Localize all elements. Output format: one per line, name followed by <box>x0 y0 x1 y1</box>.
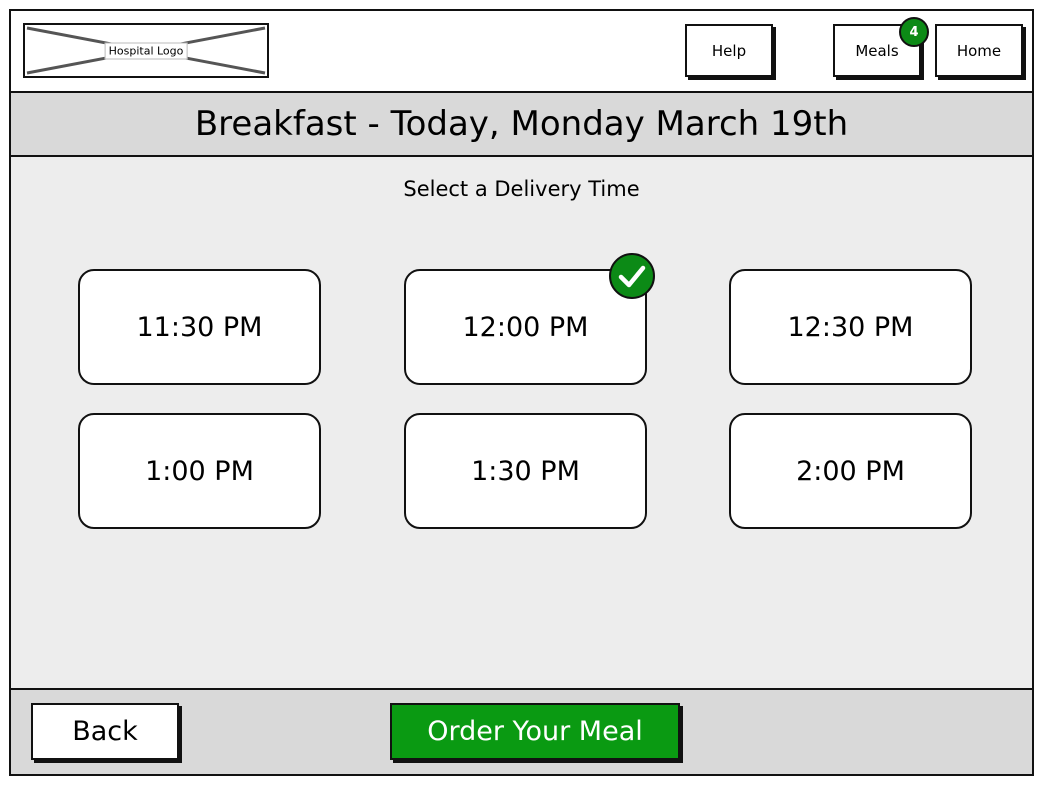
meals-count-badge: 4 <box>899 17 929 47</box>
top-bar: Hospital Logo Help Meals 4 Home <box>11 11 1032 91</box>
home-button[interactable]: Home <box>935 24 1023 77</box>
order-meal-button[interactable]: Order Your Meal <box>390 703 680 760</box>
back-button[interactable]: Back <box>31 703 179 760</box>
time-slot[interactable]: 1:30 PM <box>404 413 647 529</box>
time-slot-label: 1:00 PM <box>145 455 254 487</box>
time-slot-label: 11:30 PM <box>136 311 263 343</box>
help-button[interactable]: Help <box>685 24 773 77</box>
time-slot-label: 12:30 PM <box>787 311 914 343</box>
footer-bar: Back Order Your Meal <box>11 688 1032 774</box>
time-slot[interactable]: 11:30 PM <box>78 269 321 385</box>
time-slot[interactable]: 12:30 PM <box>729 269 972 385</box>
logo-label: Hospital Logo <box>104 42 188 59</box>
time-slot-label: 2:00 PM <box>796 455 905 487</box>
check-icon <box>609 253 655 299</box>
time-slot-label: 1:30 PM <box>471 455 580 487</box>
hospital-logo: Hospital Logo <box>23 23 269 78</box>
delivery-time-panel: Select a Delivery Time 11:30 PM 12:00 PM… <box>11 157 1032 691</box>
time-slot-label: 12:00 PM <box>462 311 589 343</box>
time-slot[interactable]: 1:00 PM <box>78 413 321 529</box>
time-slot[interactable]: 2:00 PM <box>729 413 972 529</box>
time-slot-selected[interactable]: 12:00 PM <box>404 253 655 385</box>
section-subtitle: Select a Delivery Time <box>403 177 640 201</box>
page-title: Breakfast - Today, Monday March 19th <box>11 91 1032 157</box>
app-window: Hospital Logo Help Meals 4 Home Breakfas… <box>9 9 1034 776</box>
